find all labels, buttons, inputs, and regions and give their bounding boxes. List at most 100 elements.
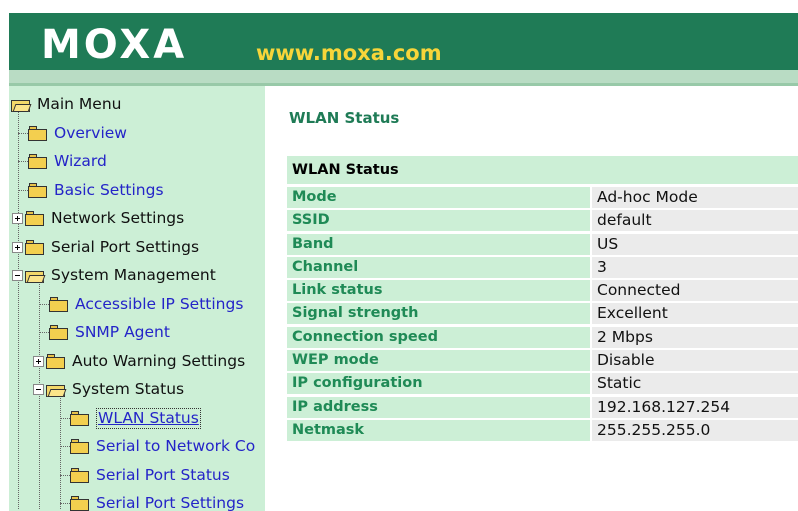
row-value: Ad-hoc Mode	[592, 187, 798, 208]
page-title: WLAN Status	[289, 109, 400, 127]
sidebar-item-serial-to-network[interactable]: Serial to Network Co	[70, 435, 255, 457]
sidebar-item-accessible-ip-settings[interactable]: Accessible IP Settings	[49, 293, 243, 315]
expand-plus-icon[interactable]	[12, 212, 23, 224]
sidebar-item-basic-settings[interactable]: Basic Settings	[28, 179, 164, 201]
tree-connector	[39, 332, 49, 333]
sidebar-item-auto-warning-settings[interactable]: Auto Warning Settings	[33, 350, 245, 372]
collapse-minus-icon[interactable]	[12, 269, 23, 281]
tree-connector	[18, 161, 28, 162]
sidebar-item-label: System Status	[72, 380, 185, 398]
wlan-status-table: WLAN Status Mode Ad-hoc Mode SSID default Ba…	[287, 156, 798, 443]
row-value: Connected	[592, 280, 798, 302]
folder-icon	[28, 182, 48, 198]
table-row: Connection speed 2 Mbps	[287, 326, 798, 348]
open-folder-icon	[11, 97, 32, 112]
sidebar-item-wizard[interactable]: Wizard	[28, 150, 107, 172]
sidebar-item-overview[interactable]: Overview	[28, 122, 127, 144]
moxa-logo: MOXA	[41, 22, 188, 68]
tree-connector	[60, 475, 70, 476]
collapse-minus-icon[interactable]	[33, 383, 44, 395]
folder-icon	[70, 467, 90, 483]
sidebar-item-label: Wizard	[54, 152, 107, 170]
open-folder-icon	[46, 382, 67, 397]
sidebar-item-network-settings[interactable]: Network Settings	[12, 207, 184, 229]
sidebar-item-label: Accessible IP Settings	[75, 295, 244, 313]
row-value: Disable	[592, 350, 798, 372]
row-label: Mode	[287, 187, 590, 208]
open-folder-icon	[25, 268, 46, 283]
sidebar-item-label: WLAN Status	[96, 407, 201, 429]
sidebar-item-system-status[interactable]: System Status	[33, 378, 184, 400]
row-value: 255.255.255.0	[592, 419, 798, 441]
row-value: Excellent	[592, 303, 798, 325]
sidebar-item-serial-port-settings[interactable]: Serial Port Settings	[12, 236, 199, 258]
tree-connector	[18, 190, 28, 191]
folder-icon	[49, 296, 69, 312]
row-value: 192.168.127.254	[592, 396, 798, 418]
expand-plus-icon[interactable]	[33, 355, 44, 367]
row-value: US	[592, 233, 798, 255]
row-label: Netmask	[287, 419, 590, 441]
row-label: SSID	[287, 210, 590, 232]
table-row: WEP mode Disable	[287, 350, 798, 372]
tree-connector	[60, 503, 70, 504]
table-row: Mode Ad-hoc Mode	[287, 187, 798, 208]
sidebar-menu: Main Menu Overview Wizard Basic Settings…	[9, 86, 265, 511]
table-row: SSID default	[287, 210, 798, 232]
sidebar-item-label: System Management	[51, 266, 216, 284]
row-label: Connection speed	[287, 326, 590, 348]
sidebar-item-label: Serial Port Status	[96, 466, 230, 484]
folder-icon	[70, 495, 90, 511]
sidebar-item-label: Auto Warning Settings	[72, 352, 246, 370]
folder-icon	[46, 353, 66, 369]
row-label: IP address	[287, 396, 590, 418]
table-row: Channel 3	[287, 256, 798, 278]
expand-plus-icon[interactable]	[12, 241, 23, 253]
tree-connector	[39, 304, 49, 305]
website-url: www.moxa.com	[256, 41, 442, 65]
folder-icon	[25, 210, 45, 226]
sidebar-item-label: Basic Settings	[54, 181, 164, 199]
sidebar-item-system-management[interactable]: System Management	[12, 264, 216, 286]
sidebar-item-snmp-agent[interactable]: SNMP Agent	[49, 321, 170, 343]
tree-connector	[18, 104, 19, 509]
row-label: Band	[287, 233, 590, 255]
sidebar-item-label: SNMP Agent	[75, 323, 170, 341]
tree-connector	[60, 398, 61, 509]
folder-icon	[25, 239, 45, 255]
sidebar-item-label: Network Settings	[51, 209, 185, 227]
folder-icon	[28, 125, 48, 141]
sidebar-item-label: Overview	[54, 124, 127, 142]
table-row: IP address 192.168.127.254	[287, 396, 798, 418]
row-value: 2 Mbps	[592, 326, 798, 348]
table-row: Band US	[287, 233, 798, 255]
tree-connector	[60, 446, 70, 447]
sidebar-item-serial-port-settings-status[interactable]: Serial Port Settings	[70, 492, 244, 511]
tree-root-label: Main Menu	[37, 95, 122, 113]
row-label: Signal strength	[287, 303, 590, 325]
table-row: Link status Connected	[287, 280, 798, 302]
tree-connector	[60, 418, 70, 419]
sidebar-item-wlan-status[interactable]: WLAN Status	[70, 407, 201, 429]
table-row: Netmask 255.255.255.0	[287, 419, 798, 441]
row-value: Static	[592, 373, 798, 395]
table-row: Signal strength Excellent	[287, 303, 798, 325]
folder-icon	[28, 153, 48, 169]
row-label: WEP mode	[287, 350, 590, 372]
row-value: 3	[592, 256, 798, 278]
table-row: IP configuration Static	[287, 373, 798, 395]
folder-icon	[49, 324, 69, 340]
sidebar-item-label: Serial Port Settings	[96, 494, 245, 511]
row-label: Channel	[287, 256, 590, 278]
row-label: IP configuration	[287, 373, 590, 395]
tree-connector	[18, 133, 28, 134]
row-value: default	[592, 210, 798, 232]
folder-icon	[70, 438, 90, 454]
folder-icon	[70, 410, 90, 426]
sidebar-item-serial-port-status[interactable]: Serial Port Status	[70, 464, 230, 486]
sidebar-item-label: Serial to Network Co	[96, 437, 256, 455]
sidebar-item-label: Serial Port Settings	[51, 238, 200, 256]
row-label: Link status	[287, 280, 590, 302]
table-header: WLAN Status	[287, 156, 798, 184]
tree-root-main-menu[interactable]: Main Menu	[11, 93, 122, 115]
